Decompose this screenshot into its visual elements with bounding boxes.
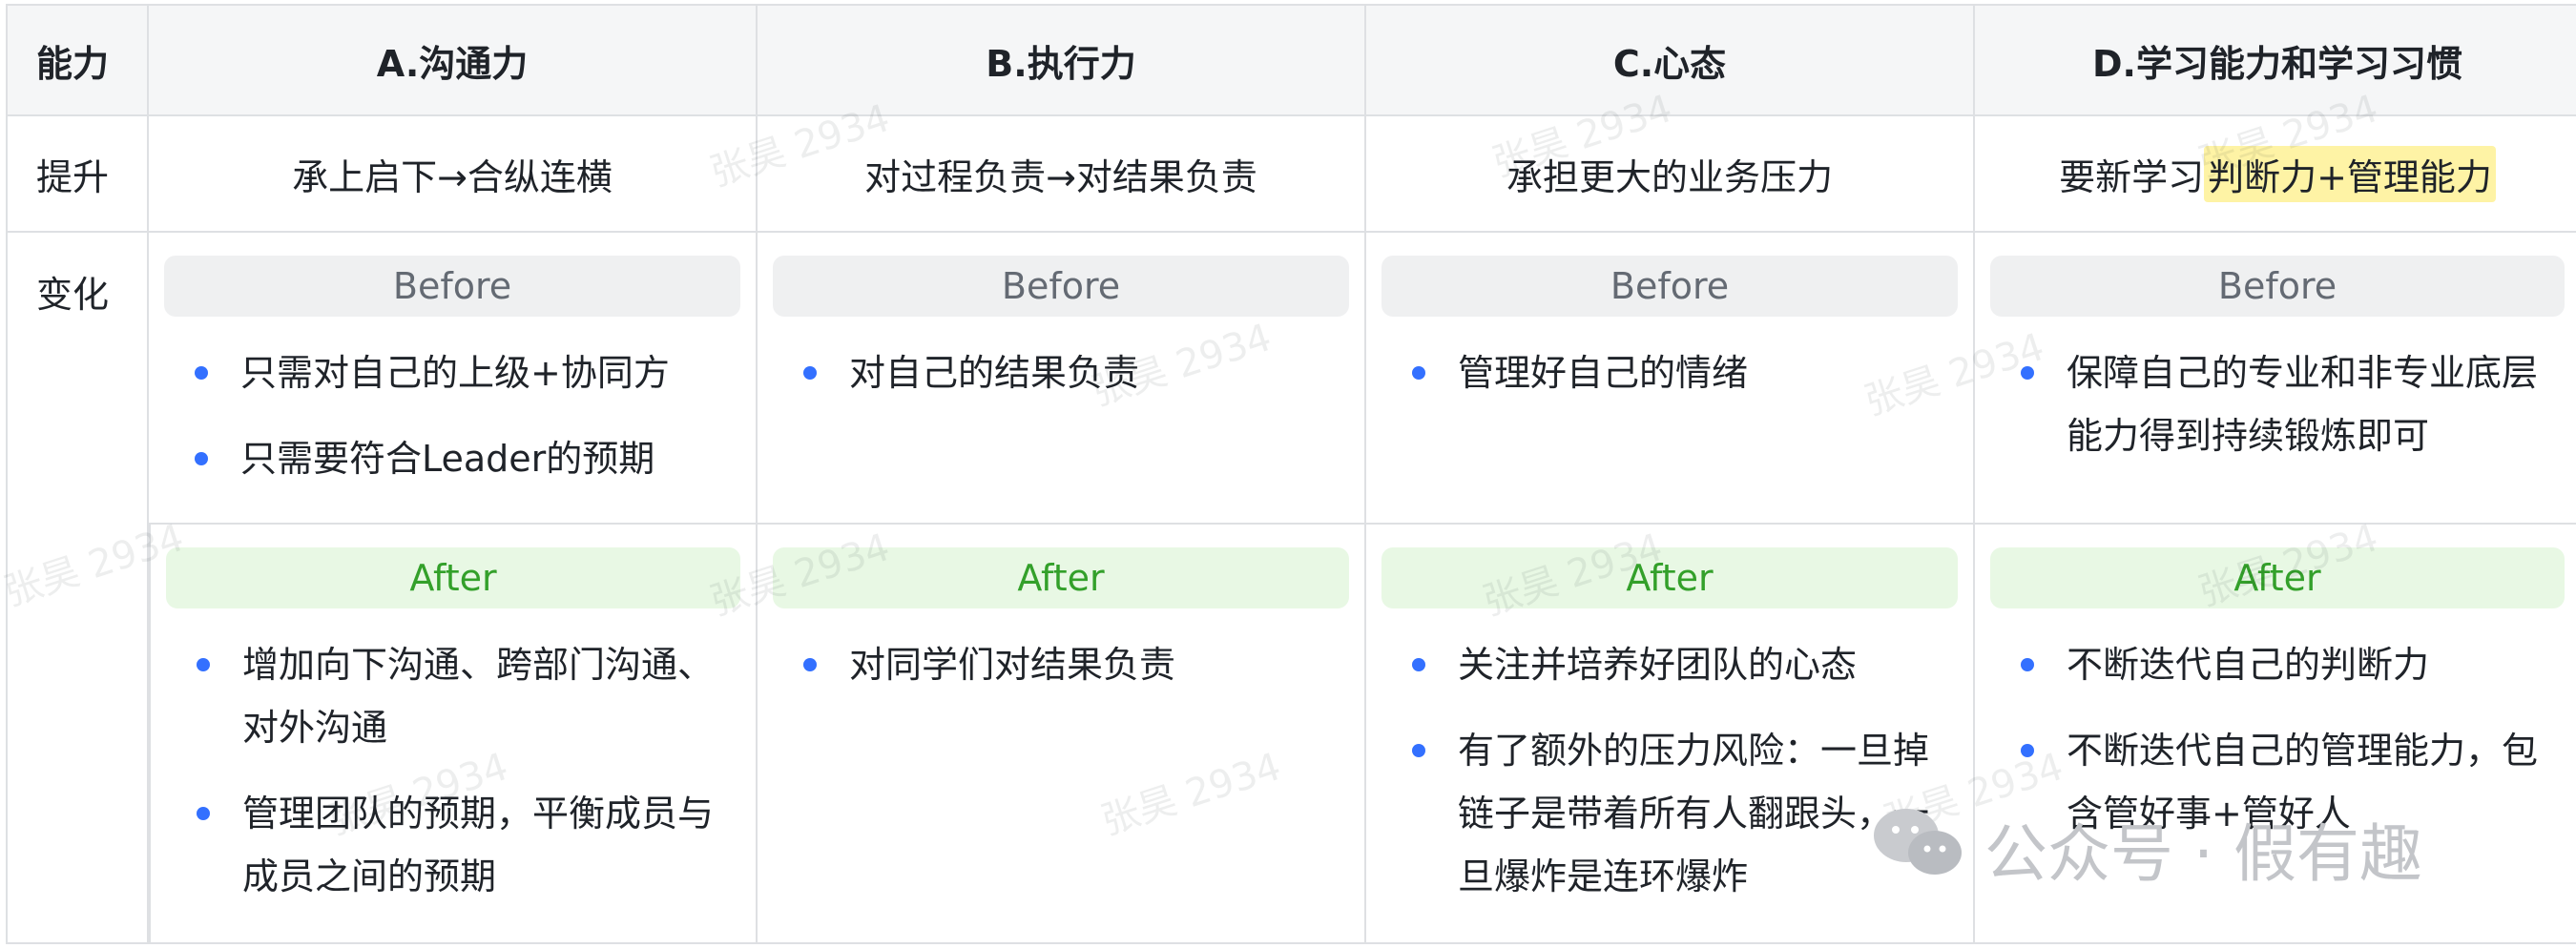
list-item: 不断迭代自己的判断力 — [2004, 633, 2561, 696]
before-badge: Before — [773, 256, 1349, 317]
lift-col-d-highlight: 判断力+管理能力 — [2204, 145, 2496, 202]
lift-col-b: 对过程负责→对结果负责 — [758, 116, 1366, 233]
header-col-d: D.学习能力和学习习惯 — [1975, 4, 2576, 116]
before-col-a: Before 只需对自己的上级+协同方 只需要符合Leader的预期 — [149, 233, 758, 525]
before-col-d: Before 保障自己的专业和非专业底层能力得到持续锻炼即可 — [1975, 233, 2576, 525]
lift-col-d: 要新学习 判断力+管理能力 — [1975, 116, 2576, 233]
list-item: 管理团队的预期，平衡成员与成员之间的预期 — [179, 782, 737, 908]
row-label-lift: 提升 — [6, 116, 149, 233]
list-item: 对自己的结果负责 — [786, 341, 1345, 404]
before-badge: Before — [1381, 256, 1958, 317]
brand-text: 公众号 · 假有趣 — [1984, 817, 2422, 891]
list-item: 只需对自己的上级+协同方 — [177, 341, 737, 404]
after-badge: After — [1990, 547, 2565, 608]
list-item: 关注并培养好团队的心态 — [1395, 633, 1954, 696]
list-item: 增加向下沟通、跨部门沟通、对外沟通 — [179, 633, 737, 759]
header-ability: 能力 — [6, 4, 149, 116]
list-item: 管理好自己的情绪 — [1395, 341, 1954, 404]
brand-watermark: 公众号 · 假有趣 — [1870, 803, 2422, 895]
header-col-a: A.沟通力 — [149, 4, 758, 116]
lift-col-d-prefix: 要新学习 — [2059, 155, 2205, 198]
before-col-b: Before 对自己的结果负责 — [758, 233, 1366, 525]
before-col-c: Before 管理好自己的情绪 — [1366, 233, 1975, 525]
header-col-c: C.心态 — [1366, 4, 1975, 116]
after-badge: After — [773, 547, 1349, 608]
list-item: 只需要符合Leader的预期 — [177, 427, 737, 490]
after-badge: After — [166, 547, 740, 608]
after-badge: After — [1381, 547, 1958, 608]
wechat-icon — [1870, 803, 1965, 895]
before-badge: Before — [164, 256, 740, 317]
lift-col-c: 承担更大的业务压力 — [1366, 116, 1975, 233]
row-label-change: 变化 — [6, 233, 149, 944]
lift-col-a: 承上启下→合纵连横 — [149, 116, 758, 233]
after-col-b: After 对同学们对结果负责 — [758, 525, 1366, 944]
list-item: 保障自己的专业和非专业底层能力得到持续锻炼即可 — [2004, 341, 2561, 467]
list-item: 对同学们对结果负责 — [786, 633, 1345, 696]
after-col-a: After 增加向下沟通、跨部门沟通、对外沟通 管理团队的预期，平衡成员与成员之… — [149, 525, 758, 944]
header-col-b: B.执行力 — [758, 4, 1366, 116]
before-badge: Before — [1990, 256, 2565, 317]
